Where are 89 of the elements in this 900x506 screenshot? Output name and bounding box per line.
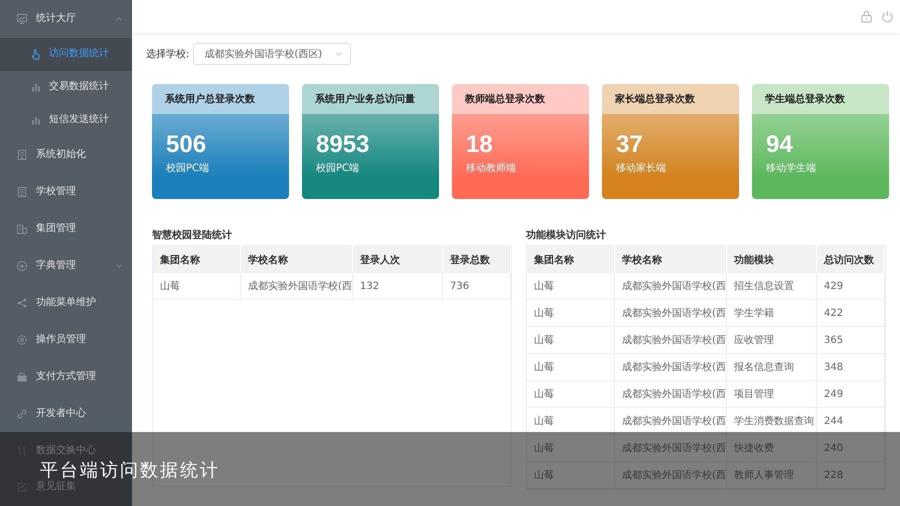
column-header: 总访问次数 <box>817 246 885 273</box>
power-icon[interactable] <box>881 10 894 23</box>
stat-caption: 移动学生端 <box>766 162 817 175</box>
edit-icon <box>16 481 28 494</box>
table-cell: 山莓 <box>153 273 241 300</box>
field-label: 选择学校: <box>146 48 190 61</box>
building-icon <box>16 186 28 198</box>
table-cell: 成都实验外国语学校(西 <box>615 327 727 354</box>
table-cell: 山莓 <box>527 435 615 462</box>
column-header: 登录人次 <box>353 246 443 273</box>
table-cell: 240 <box>817 435 885 462</box>
lock-icon[interactable] <box>860 10 873 23</box>
stat-value: 8953 <box>316 131 370 159</box>
table-cell: 山莓 <box>527 327 615 354</box>
card-title: 教师端总登录次数 <box>465 92 545 106</box>
table-cell: 成都实验外国语学校(西 <box>615 381 727 408</box>
submenu-item[interactable]: 交易数据统计 <box>0 70 132 104</box>
table-cell: 学生消费数据查询 <box>727 408 817 435</box>
caption-text: 平台端访问数据统计 <box>40 462 220 480</box>
table-cell: 成都实验外国语学校(西 <box>615 273 727 300</box>
stat-value: 94 <box>766 131 794 159</box>
menu-item[interactable]: 功能菜单维护 <box>36 298 96 308</box>
menu-item[interactable]: 字典管理 <box>36 260 76 271</box>
menu-item[interactable]: 学校管理 <box>36 187 76 198</box>
table-cell: 228 <box>817 462 885 489</box>
table-cell: 应收管理 <box>727 327 817 354</box>
chart-board-icon <box>16 13 28 26</box>
stat-value: 18 <box>466 131 494 159</box>
table-cell: 422 <box>817 300 885 327</box>
link-icon <box>16 408 28 420</box>
table-title: 功能模块访问统计 <box>526 228 607 242</box>
table-cell: 成都实验外国语学校(西 <box>241 273 353 300</box>
swap-arrows-icon <box>16 444 28 457</box>
card-title: 系统用户业务总访问量 <box>315 92 415 106</box>
table-cell: 教师人事管理 <box>727 462 817 489</box>
stat-caption: 移动教师端 <box>466 162 517 175</box>
table-cell: 报名信息查询 <box>727 354 817 381</box>
menu-item[interactable]: 统计大厅 <box>36 14 76 24</box>
stat-value: 37 <box>616 131 644 159</box>
menu-item[interactable]: 操作员管理 <box>36 334 86 345</box>
table-cell: 学生学籍 <box>727 300 817 327</box>
column-header: 功能模块 <box>727 246 817 273</box>
stat-value: 506 <box>166 131 208 159</box>
card-title: 家长端总登录次数 <box>615 92 695 106</box>
table-cell: 736 <box>443 273 511 300</box>
column-header: 集团名称 <box>527 246 615 273</box>
table-cell: 招生信息设置 <box>727 273 817 300</box>
card-title: 系统用户总登录次数 <box>165 92 255 106</box>
table-cell: 365 <box>817 327 885 354</box>
column-header: 学校名称 <box>241 246 353 273</box>
column-header: 集团名称 <box>153 246 241 273</box>
table-cell: 348 <box>817 354 885 381</box>
menu-item[interactable]: 开发者中心 <box>36 408 86 419</box>
table-cell: 快捷收费 <box>727 435 817 462</box>
table-cell: 成都实验外国语学校(西 <box>615 408 727 435</box>
building-icon <box>16 149 28 162</box>
table-cell: 山莓 <box>527 462 615 489</box>
table-cell: 244 <box>817 408 885 435</box>
column-header: 登录总数 <box>443 246 511 273</box>
menu-item[interactable]: 集团管理 <box>36 224 76 234</box>
table-cell: 成都实验外国语学校(西 <box>615 354 727 381</box>
school-select[interactable]: 成都实验外国语学校(西区) <box>193 43 352 65</box>
table-cell: 山莓 <box>527 408 615 435</box>
table-title: 智慧校园登陆统计 <box>152 228 233 242</box>
share-icon <box>16 296 28 309</box>
stat-caption: 校园PC端 <box>316 162 360 175</box>
stat-caption: 校园PC端 <box>166 162 210 175</box>
table-cell: 成都实验外国语学校(西 <box>615 435 727 462</box>
table-cell: 山莓 <box>527 381 615 408</box>
buildings-icon <box>16 223 28 236</box>
table-cell: 山莓 <box>527 300 615 327</box>
table-cell: 成都实验外国语学校(西 <box>615 300 727 327</box>
plus-circle-icon <box>16 260 28 272</box>
submenu-item[interactable]: 访问数据统计 <box>0 38 132 71</box>
bar-chart-icon <box>30 81 42 94</box>
submenu-item[interactable]: 短信发送统计 <box>0 104 132 137</box>
stat-caption: 移动家长端 <box>616 162 667 175</box>
bar-chart-icon <box>30 114 42 126</box>
menu-item[interactable]: 系统初始化 <box>36 150 86 160</box>
menu-item[interactable]: 支付方式管理 <box>36 372 96 382</box>
column-header: 学校名称 <box>615 246 727 273</box>
table-cell: 成都实验外国语学校(西 <box>615 462 727 489</box>
table-cell: 429 <box>817 273 885 300</box>
table-cell: 山莓 <box>527 354 615 381</box>
table-cell: 132 <box>353 273 443 300</box>
table-cell: 山莓 <box>527 273 615 300</box>
table-cell: 249 <box>817 381 885 408</box>
card-title: 学生端总登录次数 <box>765 92 845 106</box>
table-cell: 项目管理 <box>727 381 817 408</box>
